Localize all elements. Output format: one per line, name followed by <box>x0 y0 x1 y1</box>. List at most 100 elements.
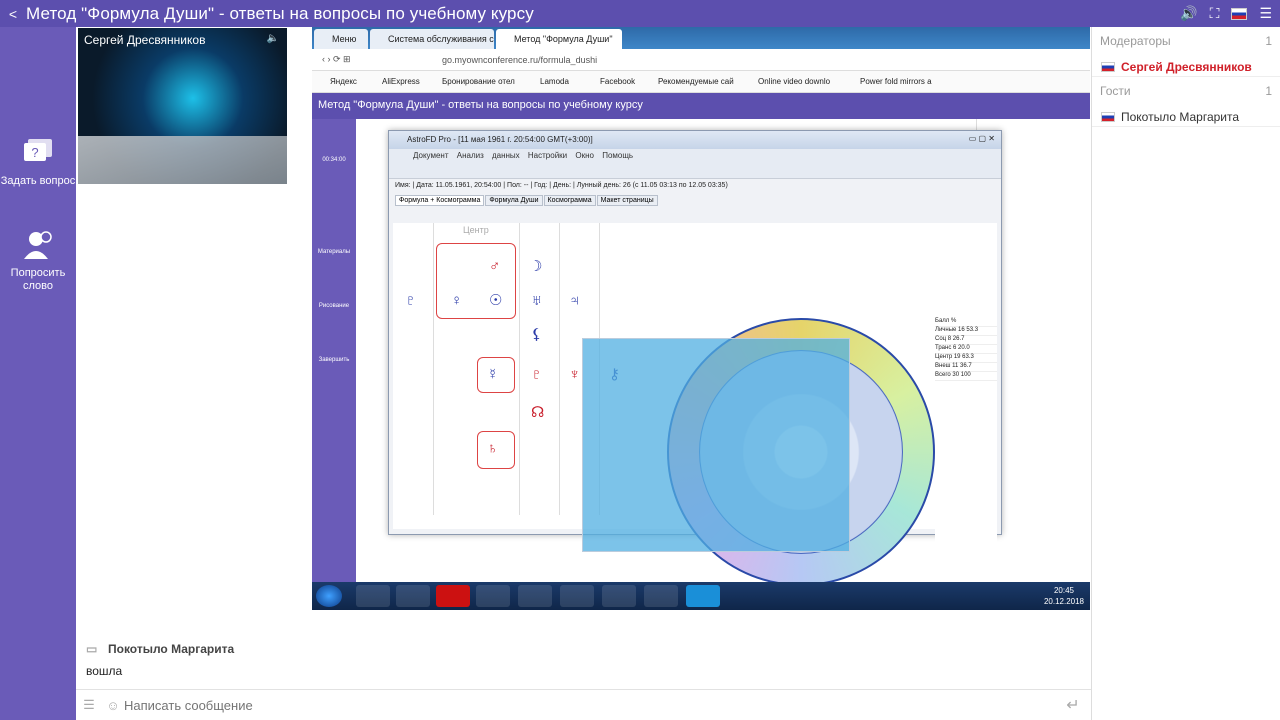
bookmarks-bar: Яндекс AliExpress Бронирование отел Lamo… <box>312 71 1090 93</box>
taskbar-app-icon[interactable] <box>644 585 678 607</box>
shared-screen: Меню Система обслуживания с Метод "Форму… <box>312 27 1090 610</box>
menu-item[interactable]: Помощь <box>602 151 633 160</box>
speaker-person-icon <box>24 231 52 259</box>
astrofd-tab[interactable]: Формула + Космограмма <box>395 195 485 206</box>
volume-icon[interactable]: 🔊 <box>1180 5 1197 22</box>
bookmark[interactable]: Бронирование отел <box>442 77 515 86</box>
guests-label: Гости <box>1100 84 1131 98</box>
planet-glyph-icon: ☊ <box>531 404 545 421</box>
stats-row: Транс 6 20.0 <box>935 345 997 354</box>
planet-glyph-icon: ☽ <box>529 258 543 275</box>
planet-glyph-icon: ♂ <box>489 258 501 275</box>
chat-text: вошла <box>86 664 123 678</box>
bookmark[interactable]: Power fold mirrors a <box>860 77 932 86</box>
webcam-mic-icon[interactable]: 🔈 <box>267 33 279 44</box>
top-bar: < Метод "Формула Души" - ответы на вопро… <box>0 0 1280 27</box>
nav-back-icon[interactable]: ‹ › ⟳ ⊞ <box>322 54 351 65</box>
presenter-webcam: Сергей Дресвянников 🔈 <box>78 28 287 184</box>
ask-question-button[interactable]: ? Задать вопрос <box>0 137 76 188</box>
astrofd-tab[interactable]: Формула Души <box>485 195 543 206</box>
stats-row: Личные 16 53.3 <box>935 327 997 336</box>
taskbar-clock: 20:45 20.12.2018 <box>1044 585 1084 607</box>
guest-item[interactable]: Покотыло Маргарита <box>1092 101 1280 127</box>
inner-left-rail: 00:34:00 Материалы Рисование Завершить <box>312 119 356 582</box>
share-icon[interactable]: < <box>0 6 26 22</box>
ask-question-label: Задать вопрос <box>0 175 76 187</box>
column-divider <box>559 223 560 515</box>
astrofd-tab[interactable]: Космограмма <box>543 195 596 206</box>
send-icon[interactable]: ↵ <box>1055 695 1091 715</box>
astrofd-menu: Документ Анализ данных Настройки Окно По… <box>389 149 1001 163</box>
browser-tab[interactable]: Меню <box>314 29 368 49</box>
chat-message-input[interactable] <box>124 693 1055 717</box>
bookmark[interactable]: Online video downlo <box>758 77 830 86</box>
astrofd-toolbar <box>389 163 1001 179</box>
center-column-label: Центр <box>463 225 489 235</box>
menu-icon[interactable]: ☰ <box>1259 5 1272 22</box>
planet-glyph-icon: ☉ <box>489 292 503 309</box>
windows-taskbar: 20:45 20.12.2018 <box>312 582 1090 610</box>
taskbar-astro-icon[interactable] <box>602 585 636 607</box>
chat-input-bar: ☰ ☺ ↵ <box>76 689 1091 720</box>
inner-drawing-label[interactable]: Рисование <box>312 303 356 309</box>
language-flag-icon[interactable] <box>1231 7 1248 20</box>
ask-word-label: Попросить слово <box>10 267 66 292</box>
participants-panel: Модераторы 1 Сергей Дресвянников Гости 1… <box>1091 27 1280 720</box>
planet-glyph-icon: ♄ <box>487 440 499 457</box>
bookmark[interactable]: Яндекс <box>330 77 357 86</box>
inner-finish-label[interactable]: Завершить <box>312 357 356 363</box>
astrofd-form-line[interactable]: Имя: | Дата: 11.05.1961, 20:54:00 | Пол:… <box>389 179 1001 195</box>
guests-count: 1 <box>1265 84 1272 98</box>
browser-tab-strip: Меню Система обслуживания с Метод "Форму… <box>312 27 1090 49</box>
stats-row: Внеш 11 36.7 <box>935 363 997 372</box>
menu-item[interactable]: Настройки <box>528 151 567 160</box>
fullscreen-icon[interactable]: ⛶ <box>1210 5 1220 22</box>
formula-center-box <box>436 243 516 319</box>
planet-glyph-icon: ♇ <box>531 366 543 383</box>
menu-item[interactable]: Документ <box>413 151 449 160</box>
browser-tab[interactable]: Метод "Формула Души" <box>496 29 622 49</box>
bookmark[interactable]: Lamoda <box>540 77 569 86</box>
bookmark[interactable]: Facebook <box>600 77 635 86</box>
taskbar-skype-icon[interactable] <box>686 585 720 607</box>
taskbar-date: 20.12.2018 <box>1043 597 1084 606</box>
taskbar-opera-icon[interactable] <box>436 585 470 607</box>
taskbar-explorer-icon[interactable] <box>396 585 430 607</box>
menu-item[interactable]: Анализ данных <box>457 151 520 160</box>
column-divider <box>433 223 434 515</box>
planet-glyph-icon: ♆ <box>569 366 581 383</box>
address-url[interactable]: go.myownconference.ru/formula_dushi <box>442 55 597 65</box>
bookmark[interactable]: Рекомендуемые сай <box>658 77 734 86</box>
taskbar-time: 20:45 <box>1053 586 1074 595</box>
webcam-desk-image <box>78 136 287 184</box>
stats-table: Балл % Личные 16 53.3 Соц 8 26.7 Транс 6… <box>935 318 997 610</box>
moderator-item[interactable]: Сергей Дресвянников <box>1092 51 1280 77</box>
start-button-icon[interactable] <box>316 585 342 607</box>
inner-materials-label[interactable]: Материалы <box>312 249 356 255</box>
moderators-header: Модераторы 1 <box>1092 27 1280 51</box>
chat-menu-icon[interactable]: ☰ <box>76 697 102 713</box>
chat-bubble-icon: ▭ <box>86 642 98 656</box>
guest-name: Покотыло Маргарита <box>1121 109 1240 124</box>
moderators-label: Модераторы <box>1100 34 1171 48</box>
stats-row: Балл % <box>935 318 997 327</box>
taskbar-app-icon[interactable] <box>476 585 510 607</box>
browser-tab[interactable]: Система обслуживания с <box>370 29 494 49</box>
stats-row: Центр 19 63.3 <box>935 354 997 363</box>
column-divider <box>519 223 520 515</box>
astrofd-tab[interactable]: Макет страницы <box>596 195 658 206</box>
inner-page-title: Метод "Формула Души" - ответы на вопросы… <box>318 99 643 111</box>
window-controls-icon[interactable]: ▭ ▢ ✕ <box>969 134 995 143</box>
bookmark[interactable]: AliExpress <box>382 77 420 86</box>
left-rail: ? Задать вопрос Попросить слово <box>0 27 76 720</box>
moderator-name: Сергей Дресвянников <box>1121 59 1252 74</box>
menu-item[interactable]: Окно <box>575 151 594 160</box>
taskbar-app-icon[interactable] <box>356 585 390 607</box>
inner-title-bar: Метод "Формула Души" - ответы на вопросы… <box>312 93 1090 119</box>
taskbar-app-icon[interactable] <box>518 585 552 607</box>
ask-word-button[interactable]: Попросить слово <box>0 229 76 293</box>
browser-address-bar[interactable]: ‹ › ⟳ ⊞ go.myownconference.ru/formula_du… <box>312 49 1090 71</box>
astrofd-title: AstroFD Pro - [11 мая 1961 г. 20:54:00 G… <box>407 135 593 144</box>
taskbar-app-icon[interactable] <box>560 585 594 607</box>
emoji-icon[interactable]: ☺ <box>102 698 124 713</box>
